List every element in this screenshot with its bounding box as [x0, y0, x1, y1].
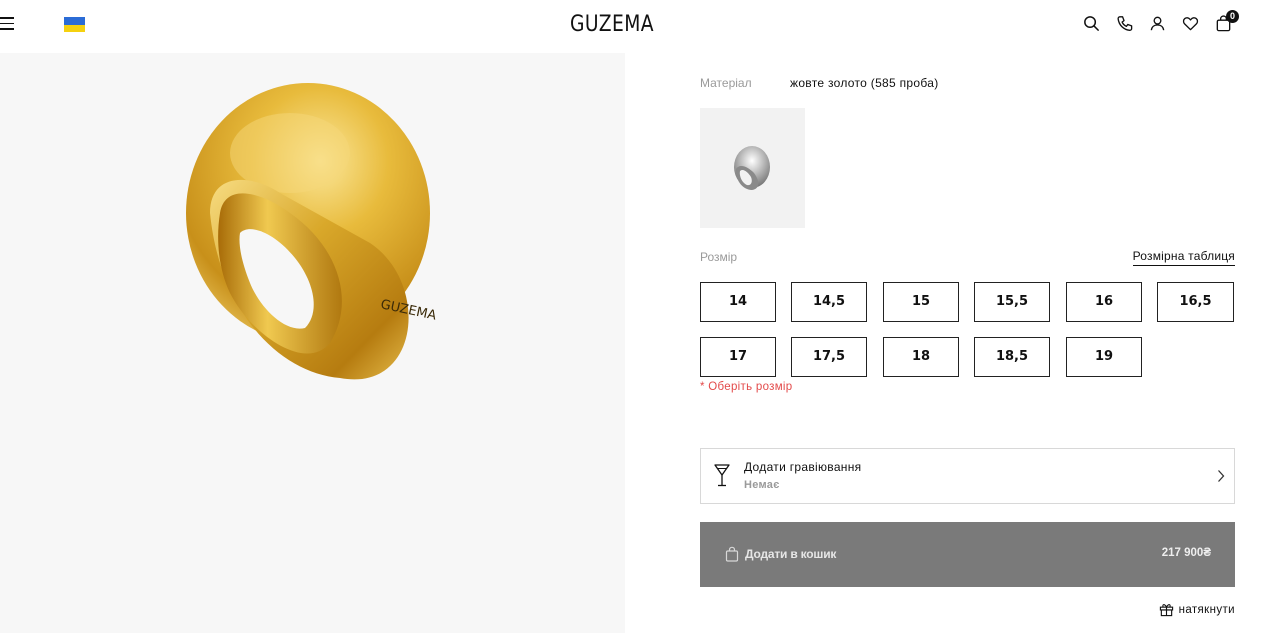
size-option[interactable]: 14,5 — [791, 282, 867, 322]
size-option[interactable]: 14 — [700, 282, 776, 322]
product-gallery[interactable]: GUZEMA — [0, 53, 625, 633]
gift-icon — [1159, 604, 1173, 617]
phone-icon[interactable] — [1115, 14, 1134, 33]
search-icon[interactable] — [1082, 14, 1101, 33]
material-label: Матеріал — [700, 76, 752, 90]
size-option[interactable]: 16,5 — [1157, 282, 1234, 322]
site-header: GUZEMA 0 — [0, 0, 1269, 50]
size-option[interactable]: 17 — [700, 337, 776, 377]
size-label: Розмір — [700, 250, 738, 264]
bag-icon[interactable]: 0 — [1214, 10, 1239, 33]
silver-ring-thumbnail-icon — [734, 146, 770, 190]
glass-icon — [714, 464, 730, 487]
ring-image: GUZEMA — [186, 83, 438, 380]
material-value: жовте золото (585 проба) — [790, 76, 939, 90]
size-option[interactable]: 16 — [1066, 282, 1142, 322]
chevron-right-icon — [1218, 470, 1225, 482]
menu-icon[interactable] — [0, 17, 14, 31]
size-table-link[interactable]: Розмірна таблиця — [1132, 249, 1235, 266]
bag-icon — [725, 546, 739, 562]
product-price: 217 900₴ — [1161, 547, 1211, 559]
cart-count-badge: 0 — [1226, 10, 1239, 23]
size-option[interactable]: 19 — [1066, 337, 1142, 377]
add-to-cart-label: Додати в кошик — [745, 547, 837, 561]
add-engraving-row[interactable]: Додати гравіювання Немає — [700, 448, 1235, 504]
size-option[interactable]: 17,5 — [791, 337, 867, 377]
size-option[interactable]: 18,5 — [974, 337, 1050, 377]
size-option[interactable]: 15,5 — [974, 282, 1050, 322]
size-error-message: * Оберіть розмір — [700, 381, 793, 393]
size-option[interactable]: 15 — [883, 282, 959, 322]
material-row: Матеріал жовте золото (585 проба) — [700, 76, 939, 90]
hint-button[interactable]: натякнути — [1159, 602, 1235, 617]
material-variant-white-gold[interactable] — [700, 108, 805, 228]
engraving-title: Додати гравіювання — [744, 460, 862, 474]
user-icon[interactable] — [1148, 14, 1167, 33]
add-to-cart-button[interactable]: Додати в кошик 217 900₴ — [700, 522, 1235, 587]
header-actions: 0 — [1082, 10, 1239, 33]
hint-label: натякнути — [1178, 603, 1235, 616]
ukraine-flag-icon[interactable] — [64, 17, 85, 32]
site-logo[interactable]: GUZEMA — [92, 12, 1132, 37]
engraving-value: Немає — [744, 479, 780, 491]
size-option[interactable]: 18 — [883, 337, 959, 377]
heart-icon[interactable] — [1181, 14, 1200, 33]
